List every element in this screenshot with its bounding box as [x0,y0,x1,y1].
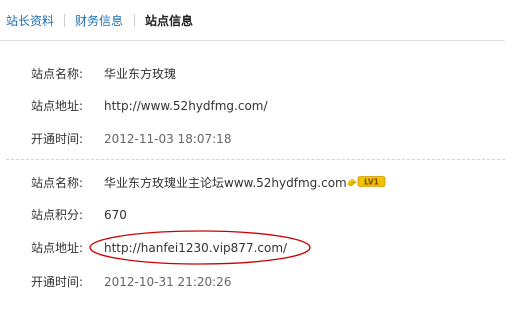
level-badge-text: LV1 [364,178,379,187]
site2-url-link[interactable]: http://hanfei1230.vip877.com/ [104,240,287,256]
tab-bar: 站长资料 财务信息 站点信息 [0,0,505,40]
site1-time-row: 开通时间: 2012-11-03 18:07:18 [0,131,505,147]
site1-name-label: 站点名称: [31,67,84,81]
site1-url-link[interactable]: http://www.52hydfmg.com/ [104,98,268,114]
site2-points-row: 站点积分: 670 [0,207,505,223]
site2-name-label: 站点名称: [31,176,84,190]
site2-time-row: 开通时间: 2012-10-31 21:20:26 [0,274,505,290]
site2-name-value: 华业东方玫瑰业主论坛www.52hydfmg.com [104,176,347,190]
tab-site-info[interactable]: 站点信息 [145,13,193,29]
site2-points-value: 670 [104,208,127,222]
tab-owner-profile[interactable]: 站长资料 [6,13,54,29]
tab-underline [0,40,505,41]
site2-time-value: 2012-10-31 21:20:26 [104,275,232,289]
site2-points-label: 站点积分: [31,208,84,222]
site1-name-value: 华业东方玫瑰 [104,67,177,81]
site2-time-label: 开通时间: [31,275,84,289]
tab-separator [134,14,135,27]
site2-name-row: 站点名称: 华业东方玫瑰业主论坛www.52hydfmg.com [0,175,505,191]
site1-name-row: 站点名称: 华业东方玫瑰 [0,66,505,82]
site1-url-row: 站点地址: http://www.52hydfmg.com/ [0,98,505,114]
tab-finance-info[interactable]: 财务信息 [75,13,123,29]
site2-url-label: 站点地址: [31,241,84,255]
tab-separator [64,14,65,27]
site1-url-label: 站点地址: [31,99,84,113]
site1-time-value: 2012-11-03 18:07:18 [104,132,232,146]
section-divider [6,159,505,160]
site2-url-row: 站点地址: http://hanfei1230.vip877.com/ [0,240,505,256]
site1-time-label: 开通时间: [31,132,84,146]
level-badge-icon: LV1 [347,176,386,187]
